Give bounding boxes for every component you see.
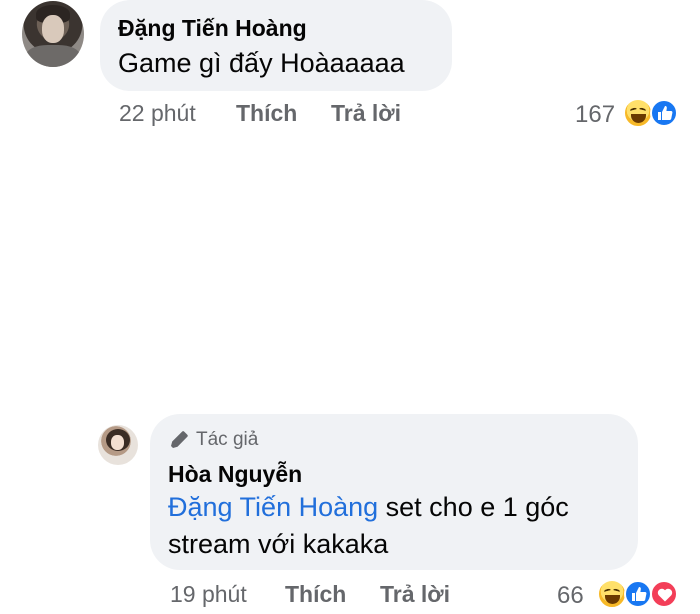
like-button[interactable]: Thích bbox=[285, 581, 346, 608]
reply-button[interactable]: Trả lời bbox=[331, 100, 401, 127]
reaction-count[interactable]: 167 bbox=[575, 101, 615, 129]
comment-thread: Đặng Tiến Hoàng Game gì đấy Hoàaaaaa 22 … bbox=[0, 0, 700, 614]
avatar[interactable] bbox=[98, 425, 138, 465]
like-icon bbox=[624, 580, 652, 608]
comment-bubble: Đặng Tiến Hoàng Game gì đấy Hoàaaaaa bbox=[100, 0, 452, 91]
love-icon bbox=[650, 580, 678, 608]
haha-icon bbox=[597, 579, 627, 609]
reaction-count[interactable]: 66 bbox=[557, 582, 584, 610]
author-badge-label: Tác giả bbox=[196, 429, 259, 450]
reply-button[interactable]: Trả lời bbox=[380, 581, 450, 608]
author-badge: Tác giả bbox=[168, 428, 258, 452]
comment-author[interactable]: Hòa Nguyễn bbox=[168, 461, 302, 488]
haha-icon bbox=[623, 98, 653, 128]
like-button[interactable]: Thích bbox=[236, 100, 297, 127]
comment-author[interactable]: Đặng Tiến Hoàng bbox=[118, 15, 307, 42]
comment-text: Game gì đấy Hoàaaaaa bbox=[118, 48, 405, 78]
comment-text-line2: stream với kakaka bbox=[168, 529, 389, 559]
pencil-icon bbox=[171, 431, 188, 448]
avatar[interactable] bbox=[22, 1, 84, 67]
comment-timestamp[interactable]: 22 phút bbox=[119, 100, 196, 127]
comment-text: set cho e 1 góc bbox=[378, 492, 569, 522]
reply-bubble: Tác giả Hòa Nguyễn Đặng Tiến Hoàng set c… bbox=[150, 414, 638, 570]
comment-timestamp[interactable]: 19 phút bbox=[170, 581, 247, 608]
mention-link[interactable]: Đặng Tiến Hoàng bbox=[168, 492, 378, 522]
comment-text-line1: Đặng Tiến Hoàng set cho e 1 góc bbox=[168, 492, 569, 523]
like-icon bbox=[650, 99, 678, 127]
